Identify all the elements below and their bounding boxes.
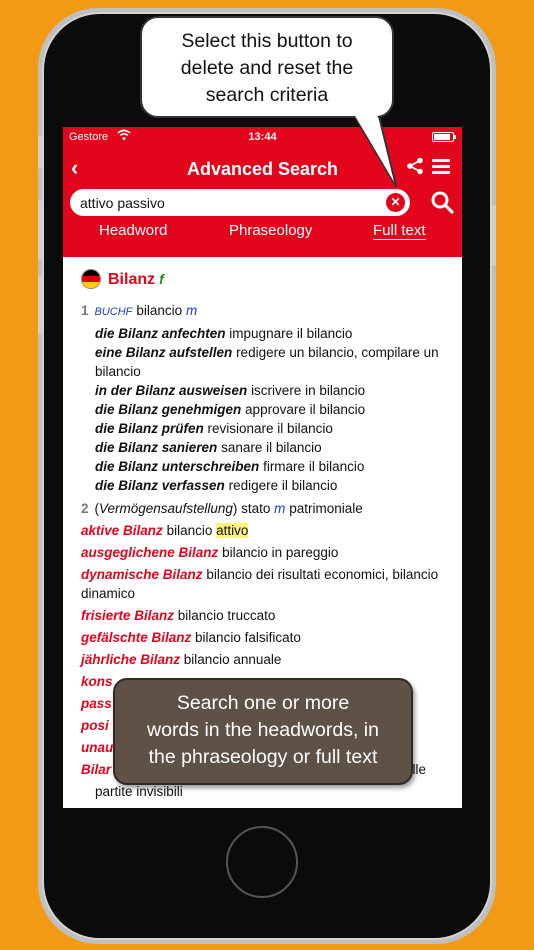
sense-number: 2 [81,501,89,516]
home-button[interactable] [226,826,298,898]
german-flag-icon [81,269,101,289]
battery-icon [432,132,456,142]
phrase-it: firmare il bilancio [263,459,365,474]
sense-2: 2 (Vermögensaufstellung) stato m patrimon… [81,499,451,518]
power-button [492,205,496,265]
callout-line: Search one or more [176,692,350,714]
compound-it: bilancio annuale [183,652,282,667]
headword-gender: f [159,270,164,287]
callout-line: delete and reset the [180,57,354,79]
compound-it: bilancio falsificato [195,630,301,645]
translation: bilancio [136,303,183,318]
phrase-it: impugnare il bilancio [229,326,353,341]
phrase-item[interactable]: die Bilanz prüfen revisionare il bilanci… [95,419,451,438]
compound-it: bilancio [166,523,213,538]
search-hit-highlight: attivo [216,523,249,538]
phrase-de: die Bilanz anfechten [95,326,226,341]
compound-de: aktive Bilanz [81,523,163,538]
phrase-de: eine Bilanz aufstellen [95,345,233,360]
translation: stato [241,501,271,516]
sense-number: 1 [81,303,89,318]
search-box: ✕ [70,189,410,216]
list-item[interactable]: dynamische Bilanz bilancio dei risultati… [81,565,451,603]
compound-de: gefälschte Bilanz [81,630,192,645]
page-title: Advanced Search [186,159,339,179]
tab-full-text[interactable]: Full text [373,222,426,240]
phrase-item[interactable]: die Bilanz sanieren sanare il bilancio [95,438,451,457]
phrase-de: in der Bilanz ausweisen [95,383,248,398]
phrase-item[interactable]: die Bilanz anfechten impugnare il bilanc… [95,324,451,343]
phrase-it: redigere il bilancio [228,478,338,493]
list-item[interactable]: gefälschte Bilanz bilancio falsificato [81,628,451,647]
compound-de: ausgeglichene Bilanz [81,545,219,560]
headword: Bilanz [108,270,156,288]
volume-up-button [38,200,42,260]
compound-it: bilancio in pareggio [222,545,339,560]
compound-de: posi [81,718,109,733]
headword-line: Bilanz f [81,267,451,291]
phrase-it: iscrivere in bilancio [251,383,366,398]
translation-gender: m [185,303,198,318]
phrase-de: die Bilanz unterschreiben [95,459,260,474]
search-input[interactable] [80,193,380,212]
share-icon[interactable] [406,157,424,175]
compound-de: pass [81,696,112,711]
phrase-it: revisionare il bilancio [207,421,333,436]
list-item[interactable]: aktive Bilanz bilancio attivo [81,521,451,540]
phrase-item[interactable]: die Bilanz unterschreiben firmare il bil… [95,457,451,476]
search-icon[interactable] [430,190,454,214]
phrase-item[interactable]: in der Bilanz ausweisen iscrivere in bil… [95,381,451,400]
callout-line: the phraseology or full text [148,746,378,768]
phrase-de: die Bilanz sanieren [95,440,218,455]
phrase-item[interactable]: eine Bilanz aufstellen redigere un bilan… [95,343,451,381]
phrase-item[interactable]: die Bilanz genehmigen approvare il bilan… [95,400,451,419]
sense-context: Vermögensaufstellung [99,501,233,516]
status-bar: Gestore 13:44 [63,129,462,146]
app-bar: Gestore 13:44 ‹ Advanced Search ✕ Headwo… [63,127,462,257]
volume-down-button [38,275,42,335]
menu-icon[interactable] [432,159,450,175]
phrase-item[interactable]: die Bilanz verfassen redigere il bilanci… [95,476,451,495]
search-scope-tabs: Headword Phraseology Full text [63,222,462,246]
compound-de: frisierte Bilanz [81,608,175,623]
phrase-it: sanare il bilancio [221,440,322,455]
domain-label: BUCHF [94,306,133,318]
callout-search-scope-hint: Search one or more words in the headword… [113,678,413,785]
list-item[interactable]: jährliche Bilanz bilancio annuale [81,650,451,669]
list-item[interactable]: ausgeglichene Bilanz bilancio in pareggi… [81,543,451,562]
phrase-de: die Bilanz verfassen [95,478,225,493]
callout-line: search criteria [205,84,329,106]
callout-line: Select this button to [181,30,353,52]
compound-de: dynamische Bilanz [81,567,203,582]
callout-clear-button-hint: Select this button to delete and reset t… [140,16,394,118]
paren-close: ) [232,501,238,516]
callout-line: words in the headwords, in [147,719,379,741]
phrase-it: approvare il bilancio [245,402,366,417]
compound-it: bilancio truccato [177,608,276,623]
translation-gender: m [274,501,286,516]
clock: 13:44 [248,131,277,143]
list-item[interactable]: frisierte Bilanz bilancio truccato [81,606,451,625]
phrase-de: die Bilanz genehmigen [95,402,242,417]
tab-phraseology[interactable]: Phraseology [229,222,312,239]
tab-headword[interactable]: Headword [99,222,167,239]
compound-de: unau [81,740,114,755]
mute-switch [38,135,42,169]
compound-de: jährliche Bilanz [81,652,181,667]
compound-it: partite invisibili [95,784,183,799]
compound-de: kons [81,674,113,689]
phrase-de: die Bilanz prüfen [95,421,204,436]
sense-1: 1 BUCHF bilancio m [81,301,451,322]
clear-search-button[interactable]: ✕ [386,193,405,212]
phrase-list: die Bilanz anfechten impugnare il bilanc… [81,324,451,495]
translation-cont: patrimoniale [289,501,363,516]
compound-de: Bilar [81,762,112,777]
